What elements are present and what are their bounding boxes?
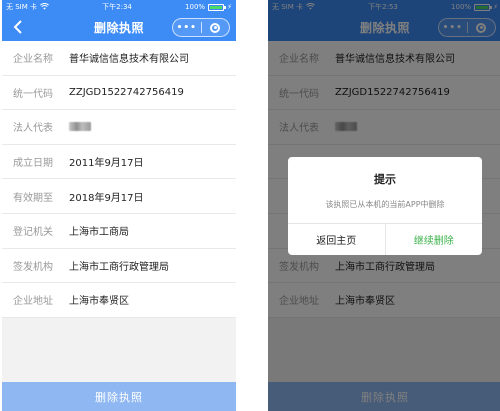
battery-icon (208, 3, 227, 11)
target-close-icon[interactable] (202, 22, 230, 33)
row-label: 企业地址 (13, 296, 53, 308)
row-label: 法人代表 (13, 123, 53, 135)
row-label: 登记机关 (13, 227, 53, 239)
row-label: 签发机构 (13, 261, 53, 273)
return-home-button[interactable]: 返回主页 (288, 224, 386, 255)
row-value: 普华诚信信息技术有限公司 (69, 54, 189, 66)
row-company-name: 企业名称 普华诚信信息技术有限公司 (2, 41, 236, 76)
battery-percent: 100% (185, 3, 206, 11)
status-bar: 无 SIM 卡 下午2:34 100% ⚡ (2, 0, 236, 14)
more-dots-icon[interactable]: ••• (173, 23, 201, 33)
page-title: 删除执照 (93, 21, 144, 35)
charging-icon: ⚡ (227, 3, 232, 11)
row-company-address: 企业地址 上海市奉贤区 (2, 283, 236, 318)
row-registration-authority: 登记机关 上海市工商局 (2, 214, 236, 249)
row-legal-representative: 法人代表 (2, 110, 236, 145)
row-value: 2018年9月17日 (69, 192, 144, 204)
clock-text: 下午2:34 (102, 3, 132, 11)
dialog-button-bar: 返回主页 继续删除 (288, 223, 482, 255)
row-issuing-agency: 签发机构 上海市工商行政管理局 (2, 249, 236, 284)
carrier-text: 无 SIM 卡 (6, 3, 37, 11)
wifi-icon (40, 2, 49, 12)
row-valid-until: 有效期至 2018年9月17日 (2, 179, 236, 214)
row-value: ZZJGD1522742756419 (69, 86, 184, 98)
redacted-value (69, 122, 91, 132)
alert-dialog: 提示 该执照已从本机的当前APP中删除 返回主页 继续删除 (288, 157, 482, 255)
row-value: 上海市工商局 (69, 227, 129, 239)
back-chevron-icon[interactable] (8, 17, 28, 37)
row-label: 企业名称 (13, 54, 53, 66)
row-established-date: 成立日期 2011年9月17日 (2, 145, 236, 180)
continue-delete-button[interactable]: 继续删除 (386, 224, 483, 255)
row-label: 有效期至 (13, 192, 53, 204)
navigation-bar: 删除执照 ••• (2, 14, 236, 41)
mini-program-capsule: ••• (172, 18, 230, 37)
phone-screen-right: 无 SIM 卡 下午2:53 100% ⚡ 删除执照 ••• 企业名称 普华诚信… (268, 0, 500, 411)
license-info-list: 企业名称 普华诚信信息技术有限公司 统一代码 ZZJGD152274275641… (2, 41, 236, 318)
row-label: 成立日期 (13, 158, 53, 170)
dialog-message: 该执照已从本机的当前APP中删除 (325, 199, 445, 209)
row-value: 上海市奉贤区 (69, 296, 129, 308)
row-value: 2011年9月17日 (69, 158, 144, 170)
row-unified-code: 统一代码 ZZJGD1522742756419 (2, 76, 236, 111)
phone-screen-left: 无 SIM 卡 下午2:34 100% ⚡ 删除执照 ••• 企业名称 普华诚信… (2, 0, 236, 411)
delete-license-button[interactable]: 删除执照 (2, 382, 236, 411)
row-value: 上海市工商行政管理局 (69, 261, 169, 273)
dialog-title: 提示 (374, 173, 396, 186)
row-label: 统一代码 (13, 88, 53, 100)
